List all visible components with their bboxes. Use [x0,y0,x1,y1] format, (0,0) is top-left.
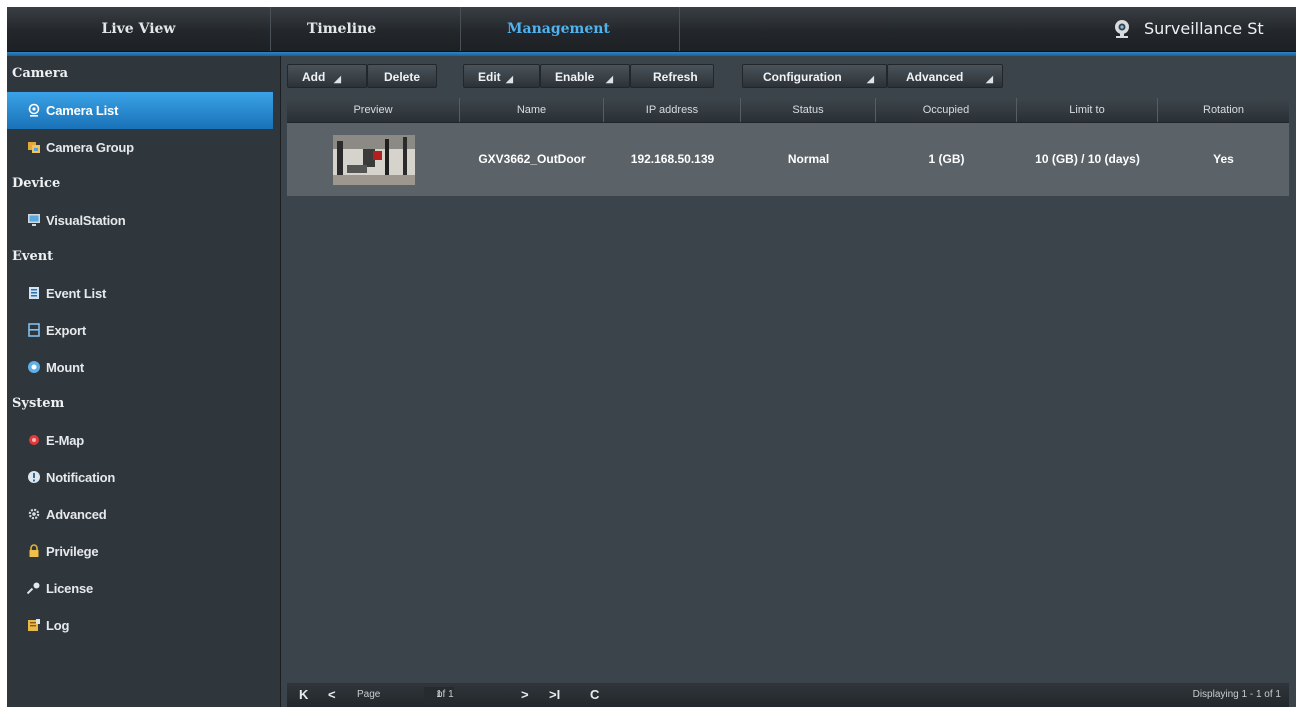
table-header: Preview Name IP address Status Occupied … [287,98,1289,123]
map-pin-icon [29,435,39,445]
lock-icon [29,544,39,557]
dropdown-arrow-icon: ◢ [986,74,993,84]
sidebar-item-e-map[interactable]: E-Map [7,422,280,459]
edit-button[interactable]: Edit ◢ [463,64,540,88]
status: Normal [787,152,830,166]
section-camera: Camera [12,66,69,81]
sidebar-item-label: Export [46,323,86,338]
monitor-icon [28,214,40,226]
export-icon [28,323,40,337]
camera-group-icon [28,142,40,153]
dropdown-arrow-icon: ◢ [867,74,874,84]
refresh-label: Refresh [653,70,698,84]
dropdown-arrow-icon: ◢ [606,74,613,84]
sidebar-item-visualstation[interactable]: VisualStation [7,202,280,239]
table-row[interactable]: GXV3662_OutDoor 192.168.50.139 Normal 1 … [287,123,1289,196]
delete-button[interactable]: Delete [367,64,437,88]
sidebar-item-event-list[interactable]: Event List [7,275,280,312]
tab-management[interactable]: Management [462,7,680,51]
gear-icon [28,508,40,520]
app-window: Live View Timeline Management Surveillan… [7,7,1296,707]
column-header-occupied[interactable]: Occupied [876,98,1017,122]
column-header-preview[interactable]: Preview [287,98,460,122]
column-header-name[interactable]: Name [460,98,604,122]
notification-icon [28,471,40,483]
sidebar-item-label: Mount [46,360,84,375]
sidebar-item-label: Event List [46,286,107,301]
brand-name: Surveillance St [1144,19,1264,38]
camera-icon [28,103,40,117]
refresh-page-button[interactable]: C [590,683,599,707]
sidebar-item-label: Camera List [46,103,119,118]
refresh-button[interactable]: Refresh [630,64,714,88]
sidebar-item-label: Advanced [46,507,107,522]
sidebar-item-privilege[interactable]: Privilege [7,533,280,570]
column-header-status[interactable]: Status [741,98,876,122]
surveillance-camera-icon [1115,20,1129,38]
sidebar-item-label: Notification [46,470,116,485]
sidebar-item-label: VisualStation [46,213,126,228]
main-panel: Add ◢ Delete Edit ◢ Enable ◢ Refresh Con… [287,56,1296,707]
sidebar-item-label: Log [46,618,70,633]
configuration-label: Configuration [763,70,842,84]
tab-live-view[interactable]: Live View [7,7,271,51]
enable-button[interactable]: Enable ◢ [540,64,630,88]
enable-label: Enable [555,70,595,84]
log-icon [28,619,40,631]
camera-name: GXV3662_OutDoor [478,152,586,166]
sidebar-item-license[interactable]: License [7,570,280,607]
last-page-button[interactable]: >I [549,683,560,707]
advanced-button[interactable]: Advanced ◢ [887,64,1003,88]
sidebar-item-export[interactable]: Export [7,312,280,349]
mount-icon [28,361,40,373]
sidebar-item-label: Privilege [46,544,99,559]
app-brand: Surveillance St [1111,7,1296,51]
sidebar-item-notification[interactable]: Notification [7,459,280,496]
tab-timeline[interactable]: Timeline [271,7,461,51]
limit-to: 10 (GB) / 10 (days) [1035,152,1140,166]
section-event: Event [12,249,54,264]
first-page-button[interactable]: K [299,683,308,707]
sidebar-item-label: Camera Group [46,140,134,155]
page-label: Page [357,689,381,700]
add-button[interactable]: Add ◢ [287,64,367,88]
column-header-limit-to[interactable]: Limit to [1017,98,1158,122]
sidebar-item-advanced[interactable]: Advanced [7,496,280,533]
occupied: 1 (GB) [928,152,965,166]
sidebar: Camera Camera List Camera Group Device V… [7,56,281,707]
list-icon [29,287,39,299]
camera-table: Preview Name IP address Status Occupied … [287,98,1289,196]
column-header-ip-address[interactable]: IP address [604,98,741,122]
toolbar: Add ◢ Delete Edit ◢ Enable ◢ Refresh Con… [287,62,1296,90]
add-label: Add [302,70,326,84]
sidebar-item-camera-list[interactable]: Camera List [7,92,273,129]
rotation: Yes [1213,152,1234,166]
column-header-rotation[interactable]: Rotation [1158,98,1289,122]
displaying-count: Displaying 1 - 1 of 1 [1192,689,1281,700]
pagination-bar: K < Page of 1 > >I C Displaying 1 - 1 of… [287,683,1289,707]
dropdown-arrow-icon: ◢ [506,74,513,84]
page-total: of 1 [437,689,454,700]
dropdown-arrow-icon: ◢ [334,74,341,84]
ip-address: 192.168.50.139 [630,152,715,166]
edit-label: Edit [478,70,501,84]
section-device: Device [12,176,61,191]
prev-page-button[interactable]: < [328,683,336,707]
sidebar-item-log[interactable]: Log [7,607,280,644]
sidebar-item-label: E-Map [46,433,85,448]
delete-label: Delete [384,70,421,84]
preview-cell [287,123,460,196]
sidebar-item-label: License [46,581,94,596]
configuration-button[interactable]: Configuration ◢ [742,64,887,88]
camera-preview-thumbnail [332,135,415,185]
next-page-button[interactable]: > [521,683,529,707]
advanced-label: Advanced [906,70,964,84]
key-icon [27,582,40,595]
sidebar-item-camera-group[interactable]: Camera Group [7,129,280,166]
top-navigation: Live View Timeline Management Surveillan… [7,7,1296,52]
section-system: System [12,396,65,411]
sidebar-item-mount[interactable]: Mount [7,349,280,386]
